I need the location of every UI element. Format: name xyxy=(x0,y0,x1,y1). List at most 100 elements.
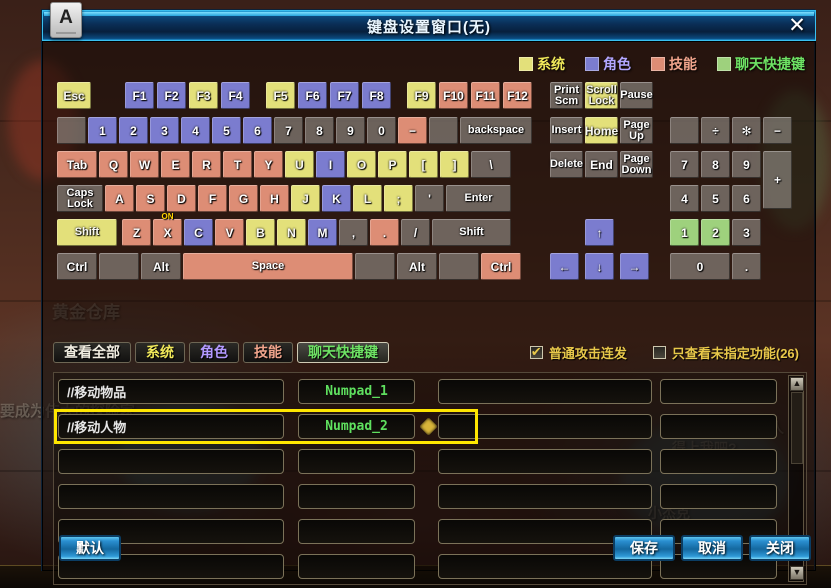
binding-name-field-2[interactable] xyxy=(438,484,652,509)
key-O[interactable]: O xyxy=(347,151,376,178)
key-blank[interactable] xyxy=(57,117,86,144)
key-N[interactable]: N xyxy=(277,219,306,246)
key-sym[interactable]: ✻ xyxy=(732,117,761,144)
key-T[interactable]: T xyxy=(223,151,252,178)
key-sym[interactable]: \ xyxy=(471,151,511,178)
key-F9[interactable]: F9 xyxy=(407,82,436,109)
key-2[interactable]: 2 xyxy=(701,219,730,246)
list-item[interactable] xyxy=(58,447,788,476)
key-S[interactable]: S xyxy=(136,185,165,212)
key-8[interactable]: 8 xyxy=(305,117,334,144)
key-Page-Down[interactable]: Page Down xyxy=(620,151,653,178)
list-item[interactable] xyxy=(58,552,788,581)
key-L[interactable]: L xyxy=(353,185,382,212)
scrollbar-thumb[interactable] xyxy=(791,392,803,464)
key-sym[interactable]: ÷ xyxy=(701,117,730,144)
key-sym[interactable]: ← xyxy=(550,253,579,280)
key-J[interactable]: J xyxy=(291,185,320,212)
key-I[interactable]: I xyxy=(316,151,345,178)
binding-key-field[interactable] xyxy=(298,484,415,509)
key-3[interactable]: 3 xyxy=(732,219,761,246)
key-9[interactable]: 9 xyxy=(732,151,761,178)
key-F4[interactable]: F4 xyxy=(221,82,250,109)
key-blank[interactable] xyxy=(355,253,395,280)
cancel-button[interactable]: 取消 xyxy=(681,535,743,561)
binding-key-field[interactable] xyxy=(298,519,415,544)
checkbox-box-icon[interactable] xyxy=(652,346,666,359)
default-button[interactable]: 默认 xyxy=(59,535,121,561)
key-sym[interactable]: / xyxy=(401,219,430,246)
key-Enter[interactable]: Enter xyxy=(446,185,511,212)
key-F2[interactable]: F2 xyxy=(157,82,186,109)
key-sym[interactable]: ] xyxy=(440,151,469,178)
key-1[interactable]: 1 xyxy=(670,219,699,246)
key-Shift[interactable]: Shift xyxy=(57,219,117,246)
binding-name-field-2[interactable] xyxy=(438,449,652,474)
key-X[interactable]: X ON xyxy=(153,213,182,246)
list-item[interactable]: //移动人物 Numpad_2 xyxy=(54,409,788,444)
key-F6[interactable]: F6 xyxy=(298,82,327,109)
key-Space[interactable]: Space xyxy=(183,253,353,280)
key-sym[interactable]: . xyxy=(370,219,399,246)
key-Tab[interactable]: Tab xyxy=(57,151,97,178)
key-2[interactable]: 2 xyxy=(119,117,148,144)
tab-1[interactable]: 系统 xyxy=(135,342,185,363)
key-D[interactable]: D xyxy=(167,185,196,212)
key-B[interactable]: B xyxy=(246,219,275,246)
binding-name-field[interactable] xyxy=(58,449,284,474)
list-item[interactable]: //移动物品 Numpad_1 xyxy=(58,377,788,406)
key-sym[interactable]: ↓ xyxy=(585,253,614,280)
scroll-down-icon[interactable]: ▼ xyxy=(790,566,804,580)
key-V[interactable]: V xyxy=(215,219,244,246)
key-sym[interactable]: ; xyxy=(384,185,413,212)
key-E[interactable]: E xyxy=(161,151,190,178)
key-Ctrl[interactable]: Ctrl xyxy=(57,253,97,280)
save-button[interactable]: 保存 xyxy=(613,535,675,561)
key-Scroll-Lock[interactable]: Scroll Lock xyxy=(585,82,618,109)
key-F3[interactable]: F3 xyxy=(189,82,218,109)
key-Alt[interactable]: Alt xyxy=(397,253,437,280)
key-blank[interactable] xyxy=(429,117,458,144)
key-4[interactable]: 4 xyxy=(181,117,210,144)
key-7[interactable]: 7 xyxy=(670,151,699,178)
key-F5[interactable]: F5 xyxy=(266,82,295,109)
tab-3[interactable]: 技能 xyxy=(243,342,293,363)
key-3[interactable]: 3 xyxy=(150,117,179,144)
key-5[interactable]: 5 xyxy=(212,117,241,144)
key-Delete[interactable]: Delete xyxy=(550,151,583,178)
key-blank[interactable] xyxy=(439,253,479,280)
key-sym[interactable]: ' xyxy=(415,185,444,212)
key-6[interactable]: 6 xyxy=(732,185,761,212)
key-8[interactable]: 8 xyxy=(701,151,730,178)
checkbox-0[interactable]: 普通攻击连发 xyxy=(529,343,627,362)
key-Print-Scm[interactable]: Print Scm xyxy=(550,82,583,109)
binding-key-field-2[interactable] xyxy=(660,414,777,439)
key-Home[interactable]: Home xyxy=(585,117,618,144)
key-C[interactable]: C xyxy=(184,219,213,246)
key-sym[interactable]: → xyxy=(620,253,649,280)
binding-name-field[interactable]: //移动物品 xyxy=(58,379,284,404)
key-5[interactable]: 5 xyxy=(701,185,730,212)
key-Caps-Lock[interactable]: Caps Lock xyxy=(57,185,103,212)
key-blank[interactable] xyxy=(99,253,139,280)
key-Z[interactable]: Z xyxy=(122,219,151,246)
close-button[interactable]: 关闭 xyxy=(749,535,811,561)
key-sym[interactable]: , xyxy=(339,219,368,246)
key-M[interactable]: M xyxy=(308,219,337,246)
key-Page-Up[interactable]: Page Up xyxy=(620,117,653,144)
key-F10[interactable]: F10 xyxy=(439,82,468,109)
close-icon[interactable]: ✕ xyxy=(785,14,809,38)
key-Esc[interactable]: Esc xyxy=(57,82,91,109)
key-F7[interactable]: F7 xyxy=(330,82,359,109)
key-7[interactable]: 7 xyxy=(274,117,303,144)
key-P[interactable]: P xyxy=(378,151,407,178)
binding-key-field[interactable]: Numpad_1 xyxy=(298,379,415,404)
key-sym[interactable]: ↑ xyxy=(585,219,614,246)
key-0[interactable]: 0 xyxy=(670,253,730,280)
key-Shift[interactable]: Shift xyxy=(432,219,511,246)
key-Ctrl[interactable]: Ctrl xyxy=(481,253,521,280)
binding-key-field[interactable] xyxy=(298,554,415,579)
scroll-up-icon[interactable]: ▲ xyxy=(790,377,804,391)
binding-key-field-2[interactable] xyxy=(660,484,777,509)
key-F12[interactable]: F12 xyxy=(503,82,532,109)
